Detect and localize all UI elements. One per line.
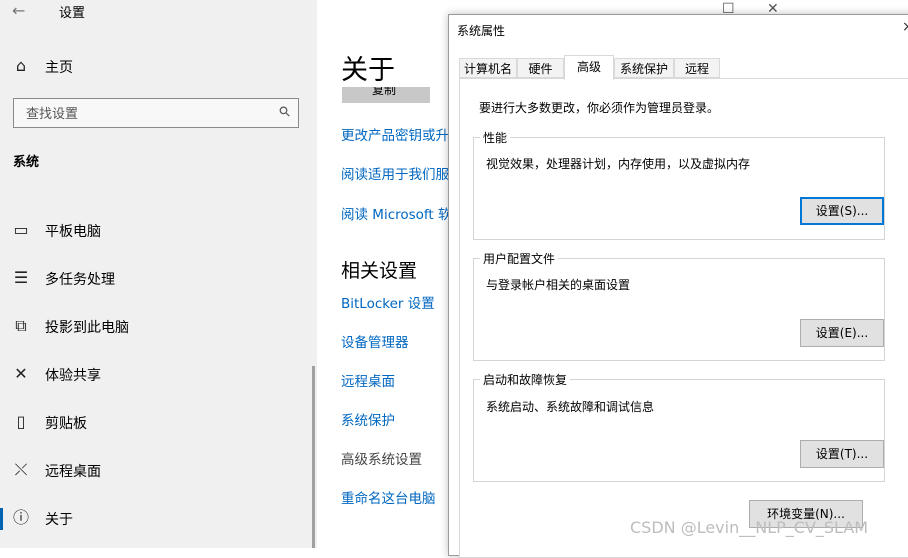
startup-settings-button[interactable]: 设置(T)... — [800, 440, 884, 468]
info-icon: ⓘ — [12, 508, 29, 527]
read-license-link[interactable]: 阅读 Microsoft 软 — [341, 203, 452, 223]
device-manager-link[interactable]: 设备管理器 — [341, 331, 409, 351]
startup-recovery-group: 启动和故障恢复 系统启动、系统故障和调试信息 设置(T)... — [473, 371, 885, 482]
tab-system-protection[interactable]: 系统保护 — [614, 58, 674, 78]
app-title: 设置 — [59, 6, 86, 21]
clipboard-icon: ▯ — [16, 412, 26, 431]
system-properties-dialog: 系统属性 × 计算机名 硬件 高级 系统保护 远程 要进行大多数更改，你必须作为… — [448, 14, 908, 558]
copy-button-label: 复制 — [372, 87, 397, 97]
tab-hardware[interactable]: 硬件 — [517, 58, 564, 78]
change-product-key-link[interactable]: 更改产品密钥或升 — [341, 124, 449, 144]
copy-button[interactable]: 复制 — [342, 87, 430, 103]
group-description: 视觉效果，处理器计划，内存使用，以及虚拟内存 — [486, 157, 751, 171]
page-title: 关于 — [341, 55, 395, 86]
project-icon: ⧉ — [15, 316, 27, 335]
close-icon[interactable]: × — [902, 19, 908, 35]
related-settings-heading: 相关设置 — [341, 260, 418, 282]
sidebar-item-clipboard[interactable]: ▯ 剪贴板 — [0, 403, 317, 443]
sidebar-item-label: 远程桌面 — [45, 464, 101, 480]
admin-notice: 要进行大多数更改，你必须作为管理员登录。 — [479, 101, 720, 115]
watermark: CSDN @Levin__NLP_CV_SLAM — [630, 518, 869, 537]
sidebar-item-label: 剪贴板 — [45, 416, 87, 432]
sidebar-item-share[interactable]: ✕ 体验共享 — [0, 355, 317, 395]
rename-pc-link[interactable]: 重命名这台电脑 — [341, 487, 436, 507]
sidebar-item-label: 关于 — [45, 512, 73, 528]
sidebar-item-label: 体验共享 — [45, 368, 101, 384]
user-profile-group: 用户配置文件 与登录帐户相关的桌面设置 设置(E)... — [473, 250, 885, 361]
read-service-agreement-link[interactable]: 阅读适用于我们服 — [341, 163, 449, 183]
system-protection-link[interactable]: 系统保护 — [341, 409, 395, 429]
bitlocker-link[interactable]: BitLocker 设置 — [341, 292, 435, 312]
search-icon[interactable]: ⚲ — [276, 103, 295, 122]
remote-desktop-link[interactable]: 远程桌面 — [341, 370, 395, 390]
tab-remote[interactable]: 远程 — [674, 58, 720, 78]
performance-settings-button[interactable]: 设置(S)... — [800, 197, 884, 225]
user-profile-settings-button[interactable]: 设置(E)... — [800, 319, 884, 347]
sidebar-item-label: 主页 — [45, 60, 73, 76]
tab-advanced[interactable]: 高级 — [564, 55, 614, 80]
sidebar-item-project[interactable]: ⧉ 投影到此电脑 — [0, 307, 317, 347]
multitask-icon: ☰ — [13, 268, 29, 287]
group-legend: 性能 — [480, 129, 511, 146]
dialog-title: 系统属性 — [457, 24, 506, 38]
sidebar-scrollbar[interactable] — [312, 366, 315, 548]
home-icon: ⌂ — [15, 56, 27, 75]
tablet-icon: ▭ — [13, 220, 29, 239]
sidebar-item-label: 平板电脑 — [45, 224, 101, 240]
advanced-tab-panel: 要进行大多数更改，你必须作为管理员登录。 性能 视觉效果，处理器计划，内存使用，… — [459, 78, 908, 558]
sidebar-item-label: 投影到此电脑 — [45, 320, 129, 336]
advanced-system-settings-link[interactable]: 高级系统设置 — [341, 448, 422, 468]
search-input[interactable] — [24, 100, 278, 128]
search-box[interactable]: ⚲ — [13, 98, 299, 128]
settings-sidebar: ← 设置 ⌂ 主页 ⚲ 系统 ▭ 平板电脑 ☰ 多任务处理 ⧉ 投影到此电脑 ✕… — [0, 0, 317, 548]
sidebar-item-home[interactable]: ⌂ 主页 — [0, 47, 317, 87]
group-description: 与登录帐户相关的桌面设置 — [486, 278, 631, 292]
remote-icon: ⤬ — [14, 460, 28, 479]
performance-group: 性能 视觉效果，处理器计划，内存使用，以及虚拟内存 设置(S)... — [473, 129, 885, 240]
back-arrow-icon[interactable]: ← — [12, 1, 25, 20]
group-description: 系统启动、系统故障和调试信息 — [486, 400, 655, 414]
sidebar-item-about[interactable]: ⓘ 关于 — [0, 499, 317, 539]
sidebar-item-label: 多任务处理 — [45, 272, 115, 288]
tab-computer-name[interactable]: 计算机名 — [459, 58, 517, 78]
group-legend: 启动和故障恢复 — [480, 371, 571, 388]
share-icon: ✕ — [14, 364, 28, 383]
sidebar-item-remote[interactable]: ⤬ 远程桌面 — [0, 451, 317, 491]
sidebar-item-tablet[interactable]: ▭ 平板电脑 — [0, 211, 317, 251]
section-title: 系统 — [13, 155, 40, 170]
sidebar-item-multitasking[interactable]: ☰ 多任务处理 — [0, 259, 317, 299]
group-legend: 用户配置文件 — [480, 250, 559, 267]
